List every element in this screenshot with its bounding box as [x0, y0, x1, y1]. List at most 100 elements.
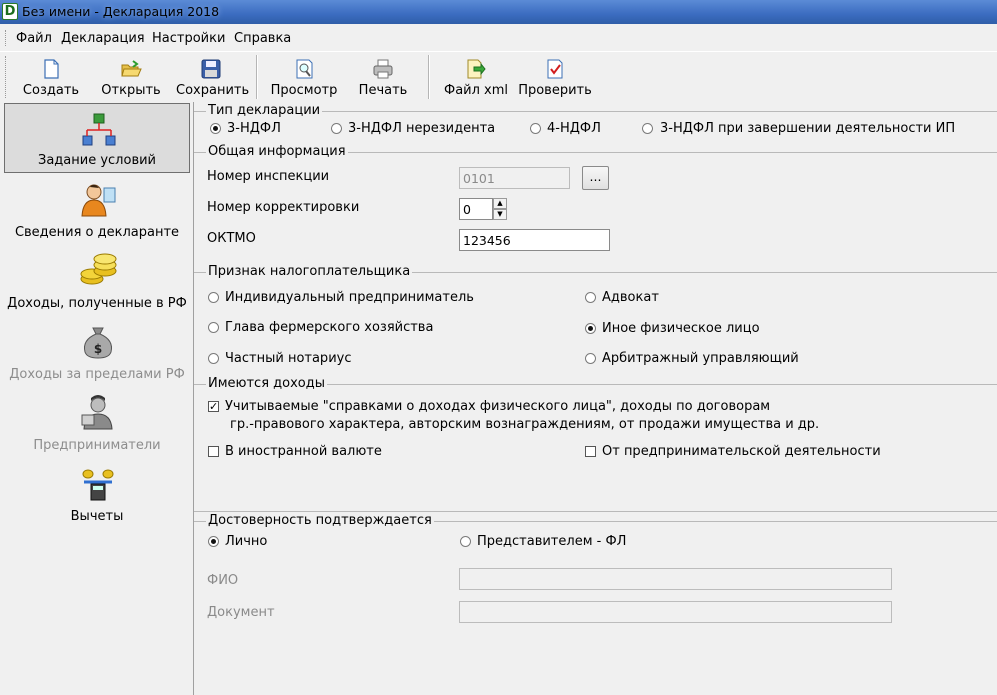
nav-label-income-abroad: Доходы за пределами РФ [9, 367, 185, 382]
radio-3ndfl-nonresident-label: 3-НДФЛ нерезидента [348, 121, 496, 136]
correction-number-label: Номер корректировки [207, 200, 360, 215]
radio-personally-label: Лично [225, 534, 268, 549]
person-card-icon [78, 182, 118, 218]
left-nav-panel: Задание условий Сведения о декларанте До… [0, 102, 192, 695]
nav-item-income-abroad[interactable]: $ Доходы за пределами РФ [4, 316, 190, 386]
radio-lawyer-label: Адвокат [602, 290, 659, 305]
printer-icon [372, 58, 394, 80]
toolbar: Создать Открыть Сохранить Просмотр Печат… [0, 51, 997, 102]
menu-grip [5, 30, 8, 46]
menu-file[interactable]: Файл [16, 31, 52, 46]
print-button[interactable]: Печать [356, 56, 410, 102]
nav-label-income-rf: Доходы, полученные в РФ [7, 296, 187, 311]
radio-3ndfl[interactable] [210, 123, 221, 134]
nav-item-conditions[interactable]: Задание условий [4, 103, 190, 173]
taxpayer-attribute-title: Признак налогоплательщика [206, 264, 413, 279]
radio-other-individual-label: Иное физическое лицо [602, 321, 760, 336]
window-title: Без имени - Декларация 2018 [22, 4, 220, 19]
radio-4ndfl-label: 4-НДФЛ [547, 121, 601, 136]
radio-farm-head[interactable] [208, 322, 219, 333]
confirmation-group: Достоверность подтверждается Лично Предс… [194, 513, 997, 691]
general-info-title: Общая информация [206, 144, 348, 159]
declaration-type-title: Тип декларации [206, 103, 323, 118]
radio-representative-label: Представителем - ФЛ [477, 534, 627, 549]
document-label: Документ [207, 605, 275, 620]
radio-farm-head-label: Глава фермерского хозяйства [225, 320, 434, 335]
open-button[interactable]: Открыть [100, 56, 162, 102]
create-label: Создать [22, 83, 80, 98]
spin-up-icon[interactable]: ▲ [493, 198, 507, 209]
spin-down-icon[interactable]: ▼ [493, 209, 507, 220]
inspection-number-field[interactable]: 0101 [459, 167, 570, 189]
title-bar: D Без имени - Декларация 2018 [0, 0, 997, 24]
toolbar-separator [428, 55, 430, 99]
income-certificates-label-line2: гр.-правового характера, авторским возна… [230, 417, 820, 432]
general-info-group: Общая информация Номер инспекции 0101 ..… [194, 144, 997, 262]
print-label: Печать [358, 83, 408, 98]
oktmo-field[interactable]: 123456 [459, 229, 610, 251]
nav-item-income-rf[interactable]: Доходы, полученные в РФ [4, 245, 190, 315]
declaration-type-group: Тип декларации 3-НДФЛ 3-НДФЛ нерезидента… [194, 103, 997, 145]
business-activity-label: От предпринимательской деятельности [602, 444, 881, 459]
correction-spinner[interactable]: ▲ ▼ [493, 198, 507, 220]
fio-label: ФИО [207, 573, 239, 588]
nav-item-declarant[interactable]: Сведения о декларанте [4, 174, 190, 244]
radio-notary[interactable] [208, 353, 219, 364]
save-button[interactable]: Сохранить [176, 56, 249, 102]
radio-representative[interactable] [460, 536, 471, 547]
radio-3ndfl-ip-closure[interactable] [642, 123, 653, 134]
radio-3ndfl-ip-closure-label: 3-НДФЛ при завершении деятельности ИП [660, 121, 956, 136]
create-button[interactable]: Создать [20, 56, 82, 102]
nav-item-deductions[interactable]: Вычеты [4, 458, 190, 528]
xml-file-button[interactable]: Файл xml [444, 56, 509, 102]
correction-number-field[interactable]: 0 [459, 198, 493, 220]
radio-personally[interactable] [208, 536, 219, 547]
foreign-currency-label: В иностранной валюте [225, 444, 382, 459]
menu-bar: Файл Декларация Настройки Справка [0, 26, 997, 50]
nav-label-deductions: Вычеты [70, 509, 124, 524]
preview-magnifier-icon [293, 58, 315, 80]
businessman-icon [78, 395, 118, 431]
inspection-number-label: Номер инспекции [207, 169, 330, 184]
open-label: Открыть [101, 83, 161, 98]
radio-individual-entrepreneur[interactable] [208, 292, 219, 303]
checkbox-income-certificates[interactable]: ✓ [208, 401, 219, 412]
coins-stack-icon [78, 253, 118, 289]
radio-3ndfl-label: 3-НДФЛ [227, 121, 281, 136]
open-folder-icon [120, 58, 142, 80]
money-bag-icon: $ [78, 324, 118, 360]
document-field[interactable] [459, 601, 892, 623]
incomes-title: Имеются доходы [206, 376, 327, 391]
inspection-browse-button[interactable]: ... [582, 166, 609, 190]
taxpayer-attribute-group: Признак налогоплательщика Индивидуальный… [194, 264, 997, 376]
radio-other-individual[interactable] [585, 323, 596, 334]
menu-declaration[interactable]: Декларация [61, 31, 145, 46]
radio-arbitration-manager-label: Арбитражный управляющий [602, 351, 799, 366]
menu-settings[interactable]: Настройки [152, 31, 225, 46]
radio-arbitration-manager[interactable] [585, 353, 596, 364]
oktmo-label: ОКТМО [207, 231, 256, 246]
toolbar-separator [256, 55, 258, 99]
structure-diagram-icon [79, 112, 119, 148]
checkbox-foreign-currency[interactable] [208, 446, 219, 457]
nav-label-conditions: Задание условий [38, 153, 156, 168]
radio-3ndfl-nonresident[interactable] [331, 123, 342, 134]
nav-label-entrepreneurs: Предприниматели [33, 438, 161, 453]
xml-export-icon [464, 58, 486, 80]
xml-file-label: Файл xml [444, 83, 509, 98]
check-button[interactable]: Проверить [518, 56, 592, 102]
preview-label: Просмотр [270, 83, 338, 98]
radio-4ndfl[interactable] [530, 123, 541, 134]
income-certificates-label-line1: Учитываемые "справками о доходах физичес… [225, 399, 771, 414]
main-content: Тип декларации 3-НДФЛ 3-НДФЛ нерезидента… [193, 102, 997, 695]
svg-text:$: $ [94, 342, 102, 356]
preview-button[interactable]: Просмотр [268, 56, 340, 102]
check-label: Проверить [518, 83, 592, 98]
fio-field[interactable] [459, 568, 892, 590]
checkbox-business-activity[interactable] [585, 446, 596, 457]
radio-lawyer[interactable] [585, 292, 596, 303]
menu-help[interactable]: Справка [234, 31, 291, 46]
incomes-group: Имеются доходы ✓ Учитываемые "справками … [194, 376, 997, 512]
new-document-icon [40, 58, 62, 80]
nav-item-entrepreneurs[interactable]: Предприниматели [4, 387, 190, 457]
